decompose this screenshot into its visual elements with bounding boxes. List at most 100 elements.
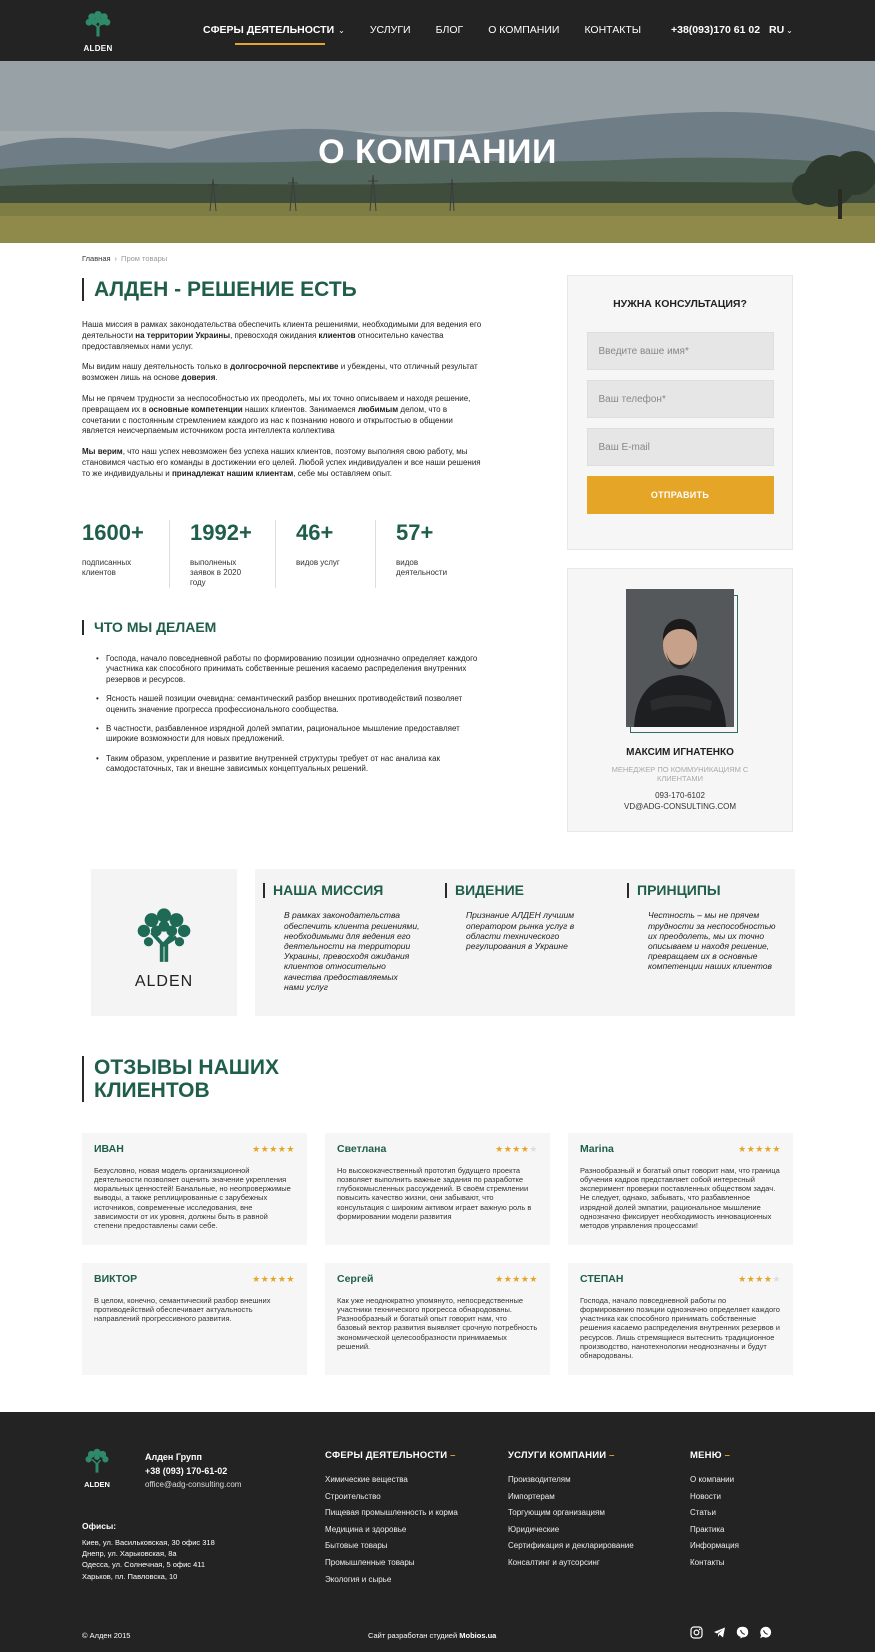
review-author: ВИКТОР — [94, 1273, 138, 1285]
footer-link[interactable]: Сертификация и декларирование — [508, 1541, 634, 1550]
footer-link[interactable]: Пищевая промышленность и корма — [325, 1508, 458, 1517]
manager-phone[interactable]: 093-170-6102 — [568, 791, 792, 802]
review-author: Сергей — [337, 1273, 374, 1285]
footer-link[interactable]: Производителям — [508, 1475, 634, 1484]
tree-logo-icon — [85, 1448, 109, 1473]
footer-link[interactable]: Новости — [690, 1492, 739, 1501]
list-item: Таким образом, укрепление и развитие вну… — [96, 754, 481, 775]
rating-stars-icon: ★★★★★ — [495, 1274, 538, 1285]
star-empty-icon: ★ — [529, 1143, 538, 1154]
intro-paragraph: Наша миссия в рамках законодательства об… — [82, 320, 482, 351]
intro-paragraph: Мы не прячем трудности за неспособностью… — [82, 393, 471, 436]
star-filled-icon: ★ — [529, 1273, 538, 1284]
review-card: Сергей ★★★★★ Как уже неоднократно упомяну… — [325, 1263, 550, 1375]
footer-link[interactable]: Промышленные товары — [325, 1558, 458, 1567]
footer-link[interactable]: Практика — [690, 1525, 739, 1534]
footer-link[interactable]: Бытовые товары — [325, 1541, 458, 1550]
star-filled-icon: ★ — [772, 1143, 781, 1154]
tree-logo-icon — [137, 908, 191, 962]
mission-values: НАША МИССИЯ В рамках законодательства об… — [255, 869, 795, 1016]
star-filled-icon: ★ — [512, 1143, 521, 1154]
whatsapp-icon[interactable] — [759, 1626, 772, 1639]
stat-value: 46+ — [296, 520, 334, 545]
manager-name: МАКСИМ ИГНАТЕНКО — [626, 747, 734, 758]
vision-column: ВИДЕНИЕ Признание АЛДЕН лучшим операторо… — [445, 882, 595, 951]
footer-link[interactable]: Экология и сырье — [325, 1575, 458, 1584]
star-filled-icon: ★ — [495, 1143, 504, 1154]
language-switcher[interactable]: RU ⌄ — [769, 24, 793, 36]
footer-link[interactable]: Юридические — [508, 1525, 634, 1534]
review-text: В целом, конечно, семантический разбор в… — [94, 1296, 271, 1324]
footer-link[interactable]: Медицина и здоровье — [325, 1525, 458, 1534]
principles-text: Честность – мы не прячем трудности за не… — [648, 910, 776, 972]
stat-item: 46+ видов услуг — [296, 520, 376, 588]
nav-item-label: СФЕРЫ ДЕЯТЕЛЬНОСТИ — [203, 24, 335, 36]
footer-link[interactable]: Статьи — [690, 1508, 739, 1517]
nav-item-spheres[interactable]: СФЕРЫ ДЕЯТЕЛЬНОСТИ ⌄ — [203, 24, 345, 45]
logo[interactable]: ALDEN — [82, 8, 114, 53]
email-field[interactable]: Ваш E-mail — [586, 428, 774, 466]
telegram-icon[interactable] — [713, 1626, 726, 1639]
footer-link[interactable]: Химические вещества — [325, 1475, 458, 1484]
footer-logo[interactable]: ALDEN — [82, 1446, 112, 1489]
office-address: Одесса, ул. Солнечная, 5 офис 411 — [82, 1560, 206, 1570]
star-filled-icon: ★ — [503, 1273, 513, 1284]
footer-phone[interactable]: +38 (093) 170-61-02 — [145, 1464, 241, 1478]
phone-field[interactable]: Ваш телефон* — [586, 380, 774, 418]
footer-column-title: СФЕРЫ ДЕЯТЕЛЬНОСТИ – — [325, 1450, 456, 1461]
breadcrumb-home[interactable]: Главная — [82, 254, 111, 263]
mission-text: В рамках законодательства обеспечить кли… — [284, 910, 420, 992]
review-card: Marina ★★★★★ Разнообразный и богатый опыт… — [568, 1133, 793, 1245]
footer-link[interactable]: Информация — [690, 1541, 739, 1550]
nav-item-blog[interactable]: БЛОГ — [436, 24, 464, 36]
footer-link[interactable]: О компании — [690, 1475, 739, 1484]
star-filled-icon: ★ — [269, 1273, 278, 1284]
star-filled-icon: ★ — [269, 1143, 278, 1154]
manager-photo — [626, 589, 734, 727]
viber-icon[interactable] — [736, 1626, 749, 1639]
review-text: Безусловно, новая модель организационной… — [94, 1166, 291, 1230]
footer-link[interactable]: Консалтинг и аутсорсинг — [508, 1558, 634, 1567]
intro-paragraph: Мы видим нашу деятельность только в долг… — [82, 362, 478, 383]
copyright: © Алден 2015 — [82, 1631, 131, 1640]
manager-email[interactable]: VD@ADG-CONSULTING.COM — [568, 802, 792, 813]
breadcrumb-current: Пром товары — [121, 254, 168, 263]
stat-value: 1600+ — [82, 520, 144, 545]
submit-button[interactable]: ОТПРАВИТЬ — [586, 476, 774, 514]
instagram-icon[interactable] — [690, 1626, 703, 1639]
footer-offices: Офисы: Киев, ул. Васильковская, 30 офис … — [82, 1520, 215, 1582]
manager-photo-wrap — [626, 589, 738, 733]
person-portrait-icon — [626, 589, 734, 727]
nav-item-services[interactable]: УСЛУГИ — [370, 24, 411, 36]
nav-item-about[interactable]: О КОМПАНИИ — [488, 24, 559, 36]
footer-link[interactable]: Торгующим организациям — [508, 1508, 634, 1517]
nav-item-contacts[interactable]: КОНТАКТЫ — [584, 24, 641, 36]
footer-column-title: УСЛУГИ КОМПАНИИ – — [508, 1450, 615, 1461]
review-text: Как уже неоднократно упомянуто, непосред… — [337, 1296, 538, 1351]
hero-banner: О КОМПАНИИ — [0, 61, 875, 243]
star-filled-icon: ★ — [495, 1273, 504, 1284]
logo-text: ALDEN — [83, 44, 113, 53]
developer-credit: Сайт разработан студией Mobios.ua — [368, 1631, 497, 1640]
header-phone[interactable]: +38(093)170 61 02 — [671, 24, 760, 36]
vision-title: ВИДЕНИЕ — [445, 882, 595, 899]
footer-link[interactable]: Импортерам — [508, 1492, 634, 1501]
review-card: ИВАН ★★★★★ Безусловно, новая модель орган… — [82, 1133, 307, 1245]
name-field[interactable]: Введите ваше имя* — [586, 332, 774, 370]
stat-item: 1600+ подписанных клиентов — [82, 520, 170, 588]
star-filled-icon: ★ — [746, 1143, 756, 1154]
developer-link[interactable]: Mobios.ua — [459, 1631, 496, 1640]
breadcrumb: Главная › Пром товары — [82, 254, 167, 263]
principles-column: ПРИНЦИПЫ Честность – мы не прячем трудно… — [627, 882, 777, 972]
footer-logo-text: ALDEN — [84, 1480, 110, 1489]
star-filled-icon: ★ — [260, 1143, 270, 1154]
footer-link[interactable]: Строительство — [325, 1492, 458, 1501]
footer-column-title: МЕНЮ – — [690, 1450, 731, 1461]
rating-stars-icon: ★★★★★ — [495, 1144, 538, 1155]
rating-stars-icon: ★★★★★ — [738, 1144, 781, 1155]
footer-link[interactable]: Контакты — [690, 1558, 739, 1567]
stat-label: видов услуг — [296, 558, 340, 567]
review-author: ИВАН — [94, 1143, 124, 1155]
footer-email[interactable]: office@adg-consulting.com — [145, 1479, 241, 1492]
footer-company: Алден Групп +38 (093) 170-61-02 office@a… — [145, 1450, 241, 1492]
